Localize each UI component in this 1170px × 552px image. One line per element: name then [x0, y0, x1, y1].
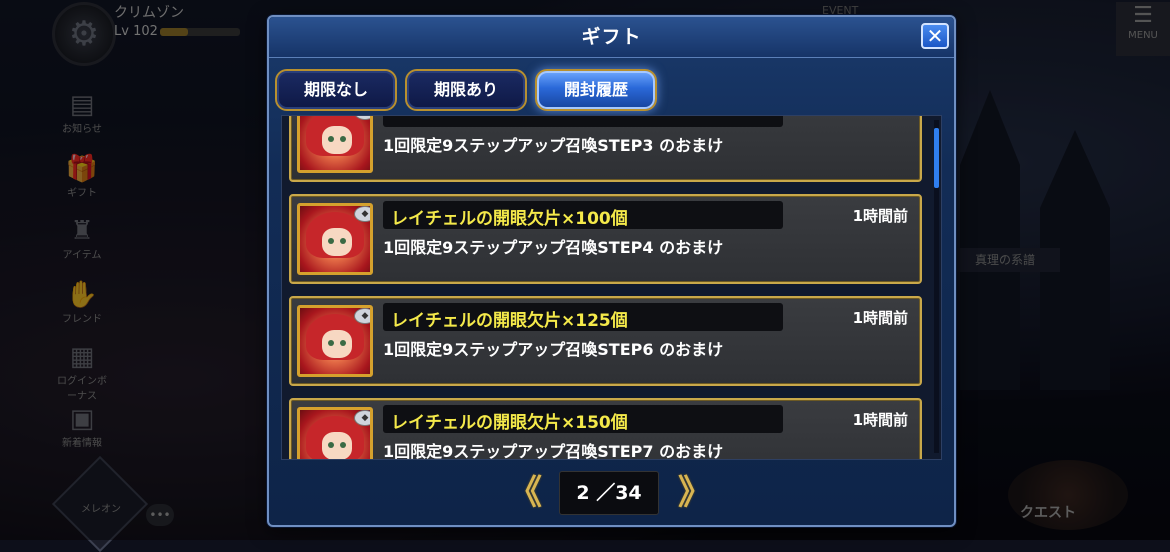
gift-name-bar	[383, 116, 783, 127]
rank-badge-icon: ◆	[354, 308, 370, 324]
gift-row: ◆ 1回限定9ステップアップ召喚STEP3 のおまけ	[289, 116, 922, 182]
pagination: 《 2 ／34 》	[269, 469, 954, 519]
gift-row: ◆ レイチェルの開眼欠片×125個 1時間前 1回限定9ステップアップ召喚STE…	[289, 296, 922, 386]
page-indicator: 2 ／34	[559, 471, 659, 515]
gift-dialog: ギフト ✕ 期限なし 期限あり 開封履歴 ◆ 1回限定9ステップアップ召喚STE…	[267, 15, 956, 527]
scrollbar-thumb[interactable]	[934, 128, 939, 188]
gift-time: 1時間前	[852, 411, 908, 429]
character-portrait-icon: ◆	[297, 203, 373, 275]
rank-badge-icon: ◆	[354, 410, 370, 426]
gift-list[interactable]: ◆ 1回限定9ステップアップ召喚STEP3 のおまけ ◆ レイチェルの開眼欠片×…	[281, 115, 942, 460]
tab-with-expiry[interactable]: 期限あり	[405, 69, 527, 111]
character-portrait-icon: ◆	[297, 305, 373, 377]
gift-time: 1時間前	[852, 207, 908, 225]
gift-name: レイチェルの開眼欠片×150個	[391, 413, 628, 433]
gift-description: 1回限定9ステップアップ召喚STEP3 のおまけ	[383, 136, 724, 155]
close-icon: ✕	[926, 24, 944, 48]
prev-page-button[interactable]: 《	[505, 473, 545, 513]
close-button[interactable]: ✕	[921, 23, 949, 49]
tab-no-expiry[interactable]: 期限なし	[275, 69, 397, 111]
gift-description: 1回限定9ステップアップ召喚STEP7 のおまけ	[383, 442, 724, 460]
rank-badge-icon: ◆	[354, 206, 370, 222]
dialog-title: ギフト	[581, 26, 642, 48]
gift-name: レイチェルの開眼欠片×125個	[391, 311, 628, 331]
chevron-right-icon: 》	[678, 473, 712, 513]
chevron-left-icon: 《	[508, 473, 542, 513]
gift-row: ◆ レイチェルの開眼欠片×150個 1時間前 1回限定9ステップアップ召喚STE…	[289, 398, 922, 460]
gift-row: ◆ レイチェルの開眼欠片×100個 1時間前 1回限定9ステップアップ召喚STE…	[289, 194, 922, 284]
next-page-button[interactable]: 》	[675, 473, 715, 513]
gift-time: 1時間前	[852, 309, 908, 327]
character-portrait-icon: ◆	[297, 407, 373, 459]
gift-name: レイチェルの開眼欠片×100個	[391, 209, 628, 229]
gift-description: 1回限定9ステップアップ召喚STEP4 のおまけ	[383, 238, 724, 257]
gift-description: 1回限定9ステップアップ召喚STEP6 のおまけ	[383, 340, 724, 359]
tab-open-history[interactable]: 開封履歴	[535, 69, 657, 111]
character-portrait-icon: ◆	[297, 116, 373, 173]
